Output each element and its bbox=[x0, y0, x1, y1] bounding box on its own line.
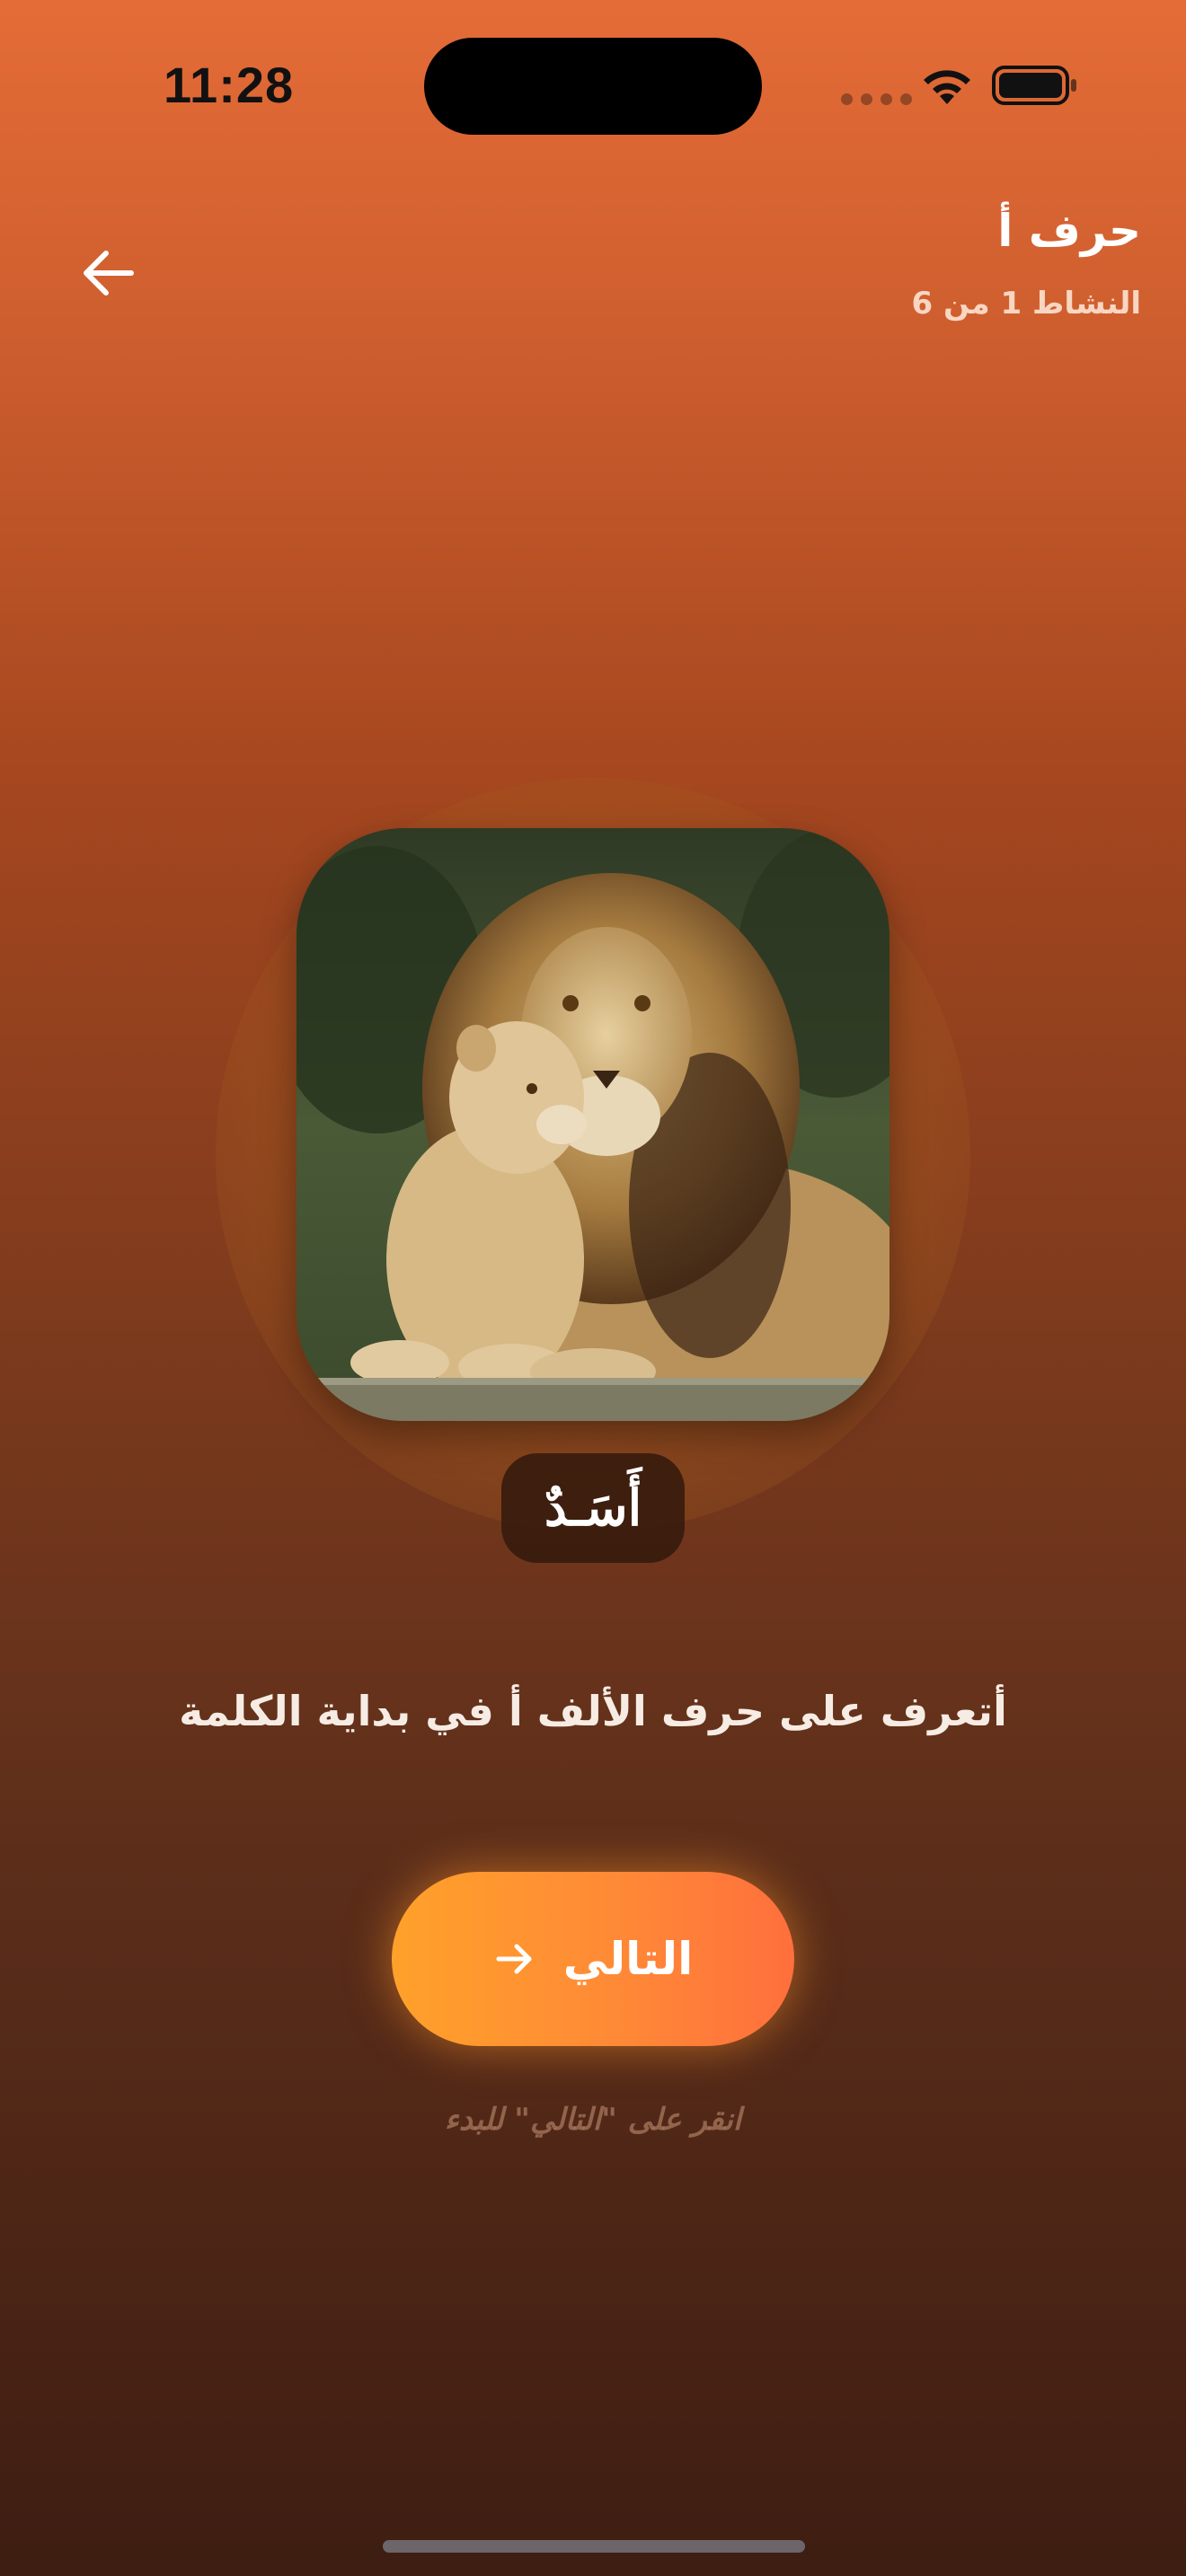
wifi-icon bbox=[924, 70, 970, 104]
back-button[interactable] bbox=[75, 241, 140, 305]
page-title: حرف أ bbox=[997, 205, 1141, 257]
next-button-label: التالي bbox=[562, 1933, 694, 1985]
arrow-right-icon bbox=[496, 1944, 532, 1974]
battery-icon bbox=[992, 66, 1076, 105]
cellular-signal-icon bbox=[841, 93, 912, 105]
instruction-text: أتعرف على حرف الألف أ في بداية الكلمة bbox=[179, 1687, 1007, 1735]
next-button[interactable]: التالي bbox=[392, 1872, 794, 2046]
hint-text: انقر على "التالي" للبدء bbox=[444, 2102, 742, 2138]
dynamic-island bbox=[424, 38, 762, 135]
lion-image bbox=[296, 828, 890, 1421]
activity-progress: النشاط 1 من 6 bbox=[911, 286, 1141, 322]
home-indicator[interactable] bbox=[383, 2540, 805, 2553]
arrow-left-icon bbox=[84, 251, 134, 296]
word-label: أَسَـدٌ bbox=[501, 1453, 685, 1563]
status-time: 11:28 bbox=[164, 57, 295, 113]
